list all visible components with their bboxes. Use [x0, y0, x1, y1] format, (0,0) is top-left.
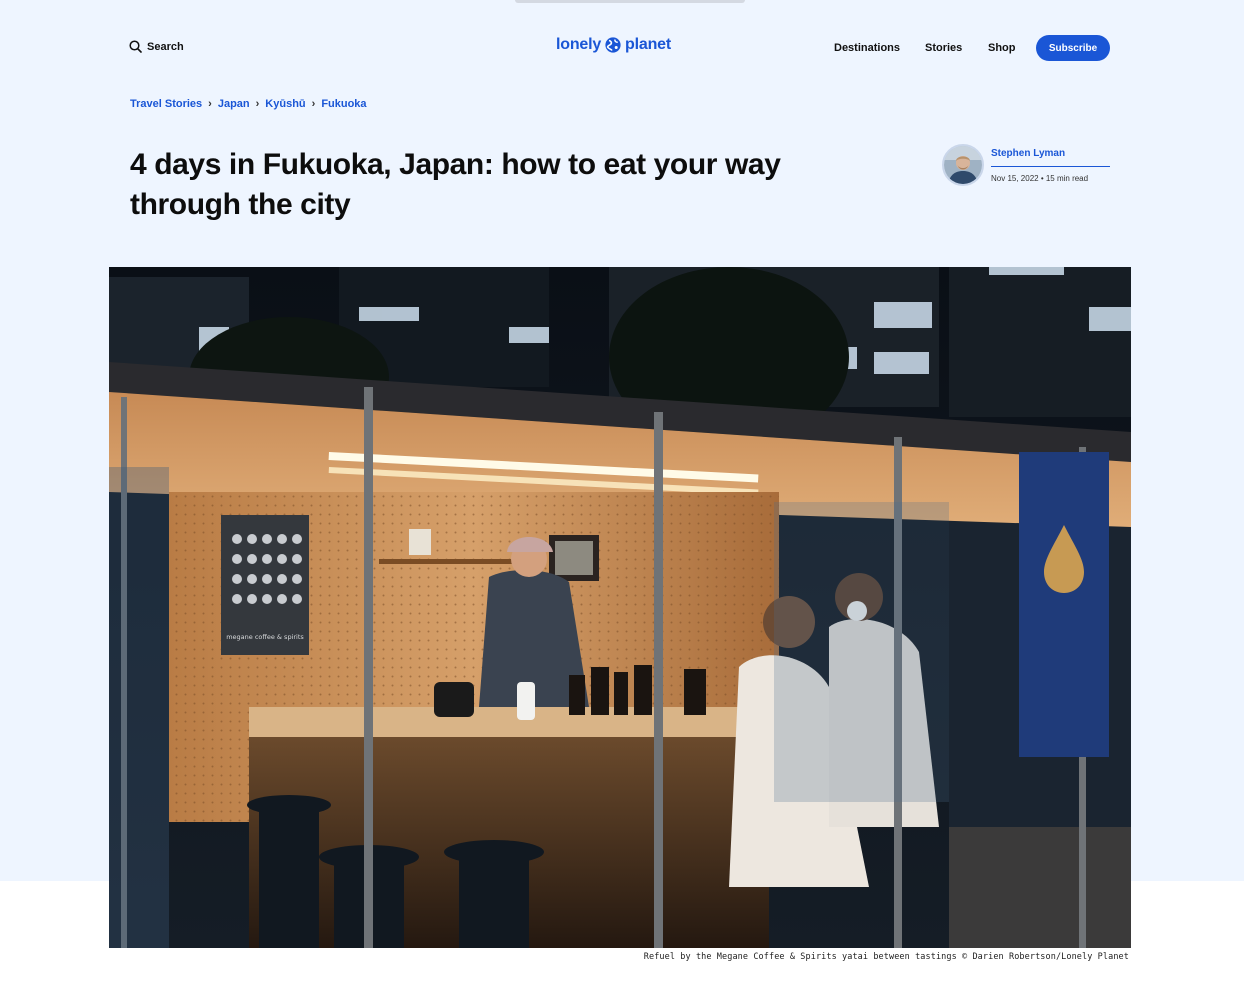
- author-avatar[interactable]: [942, 144, 984, 186]
- breadcrumb-japan[interactable]: Japan: [218, 98, 250, 110]
- chevron-right-icon: ›: [208, 98, 212, 110]
- nav-stories[interactable]: Stories: [925, 42, 962, 54]
- author-underline: [991, 166, 1110, 167]
- nav-shop[interactable]: Shop: [988, 42, 1016, 54]
- breadcrumb-kyushu[interactable]: Kyūshū: [265, 98, 305, 110]
- article-title: 4 days in Fukuoka, Japan: how to eat you…: [130, 148, 781, 221]
- nav-destinations[interactable]: Destinations: [834, 42, 900, 54]
- search-icon: [129, 40, 142, 53]
- chevron-right-icon: ›: [311, 98, 316, 110]
- globe-icon: [605, 37, 621, 53]
- lonely-planet-logo[interactable]: lonely planet: [556, 36, 671, 54]
- logo-text-lonely: lonely: [556, 36, 602, 53]
- breadcrumb: Travel Stories › Japan › Kyūshū › Fukuok…: [130, 98, 367, 110]
- subscribe-button[interactable]: Subscribe: [1036, 35, 1110, 61]
- chevron-right-icon: ›: [255, 98, 260, 110]
- image-caption: Refuel by the Megane Coffee & Spirits ya…: [643, 952, 1129, 962]
- banner-text: megane coffee & spirits: [226, 633, 304, 641]
- top-edge-shadow: [515, 0, 745, 3]
- breadcrumb-fukuoka[interactable]: Fukuoka: [321, 98, 366, 110]
- hero-image: megane coffee & spirits: [109, 267, 1131, 948]
- logo-text-planet: planet: [625, 36, 671, 53]
- article-date-readtime: Nov 15, 2022 • 15 min read: [991, 174, 1089, 183]
- author-name[interactable]: Stephen Lyman: [991, 148, 1065, 159]
- breadcrumb-travel-stories[interactable]: Travel Stories: [130, 98, 202, 110]
- search-button[interactable]: Search: [129, 40, 184, 53]
- search-label: Search: [147, 40, 184, 53]
